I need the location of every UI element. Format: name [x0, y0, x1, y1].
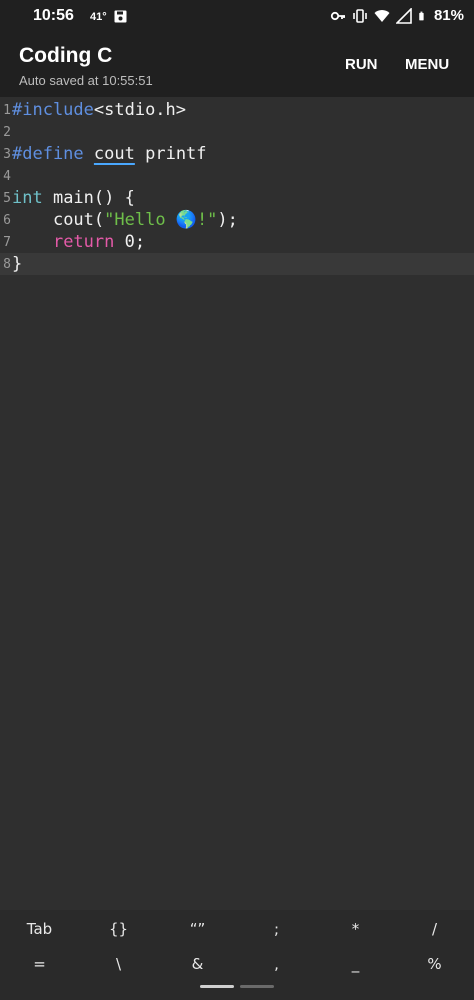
key-quotes[interactable]: “” [158, 912, 237, 946]
line-number: 2 [3, 124, 11, 140]
status-icons: 81% [330, 7, 464, 24]
app-bar: Coding C Auto saved at 10:55:51 RUN MENU [0, 34, 474, 97]
status-time: 10:56 [33, 7, 74, 24]
status-temperature: 41° [90, 11, 107, 23]
navigation-handle-secondary [240, 985, 274, 988]
function-signature: main() { [42, 188, 135, 208]
battery-percentage: 81% [433, 7, 464, 24]
code-line[interactable]: 1 #include <stdio.h> [0, 99, 474, 121]
line-number: 4 [3, 168, 11, 184]
autosave-status: Auto saved at 10:55:51 [19, 73, 153, 88]
header-name: <stdio.h> [93, 100, 187, 120]
code-editor[interactable]: 1 #include <stdio.h> 2 3 #define cout pr… [0, 97, 474, 910]
line-number: 6 [3, 212, 11, 228]
key-semicolon[interactable]: ; [237, 912, 316, 946]
app-title: Coding C [19, 44, 113, 67]
preprocessor-directive: #include [12, 100, 94, 120]
key-equals[interactable]: = [0, 947, 79, 981]
line-number: 3 [3, 146, 11, 162]
key-slash[interactable]: / [395, 912, 474, 946]
key-braces[interactable]: {} [79, 912, 158, 946]
line-number: 1 [3, 102, 11, 118]
navigation-handle[interactable] [200, 985, 234, 988]
code-line[interactable]: 2 [0, 121, 474, 143]
key-underscore[interactable]: _ [316, 947, 395, 981]
code-line-active[interactable]: 8 } [0, 253, 474, 275]
statement-end: ); [217, 210, 238, 230]
macro-value: printf [145, 144, 207, 164]
key-comma[interactable]: , [237, 947, 316, 981]
menu-button[interactable]: MENU [405, 56, 449, 73]
status-bar: 10:56 41° 81% [0, 0, 474, 34]
return-value: 0; [114, 232, 146, 252]
closing-brace: } [12, 254, 23, 274]
return-keyword: return [52, 232, 115, 252]
macro-name: cout [93, 144, 135, 164]
key-ampersand[interactable]: & [158, 947, 237, 981]
signal-icon [395, 7, 412, 24]
key-icon [330, 11, 345, 20]
line-number: 5 [3, 190, 11, 206]
key-tab[interactable]: Tab [0, 912, 79, 946]
code-line[interactable]: 3 #define cout printf [0, 143, 474, 165]
vibrate-icon [353, 8, 367, 23]
string-literal: "Hello 🌎!" [104, 210, 218, 230]
key-percent[interactable]: % [395, 947, 474, 981]
battery-icon [419, 11, 424, 20]
code-line[interactable]: 6 cout( "Hello 🌎!" ); [0, 209, 474, 231]
type-keyword: int [12, 188, 43, 208]
code-line[interactable]: 4 [0, 165, 474, 187]
code-line[interactable]: 7 return 0; [0, 231, 474, 253]
key-backslash[interactable]: \ [79, 947, 158, 981]
save-icon [114, 10, 127, 23]
code-line[interactable]: 5 int main() { [0, 187, 474, 209]
line-number: 8 [3, 256, 11, 272]
key-asterisk[interactable]: * [316, 912, 395, 946]
preprocessor-directive: #define [12, 144, 84, 164]
function-call: cout( [52, 210, 105, 230]
symbol-key-bar: Tab {} “” ; * / = \ & , _ % [0, 910, 474, 1000]
line-number: 7 [3, 234, 11, 250]
wifi-icon [374, 9, 390, 22]
run-button[interactable]: RUN [345, 56, 378, 73]
